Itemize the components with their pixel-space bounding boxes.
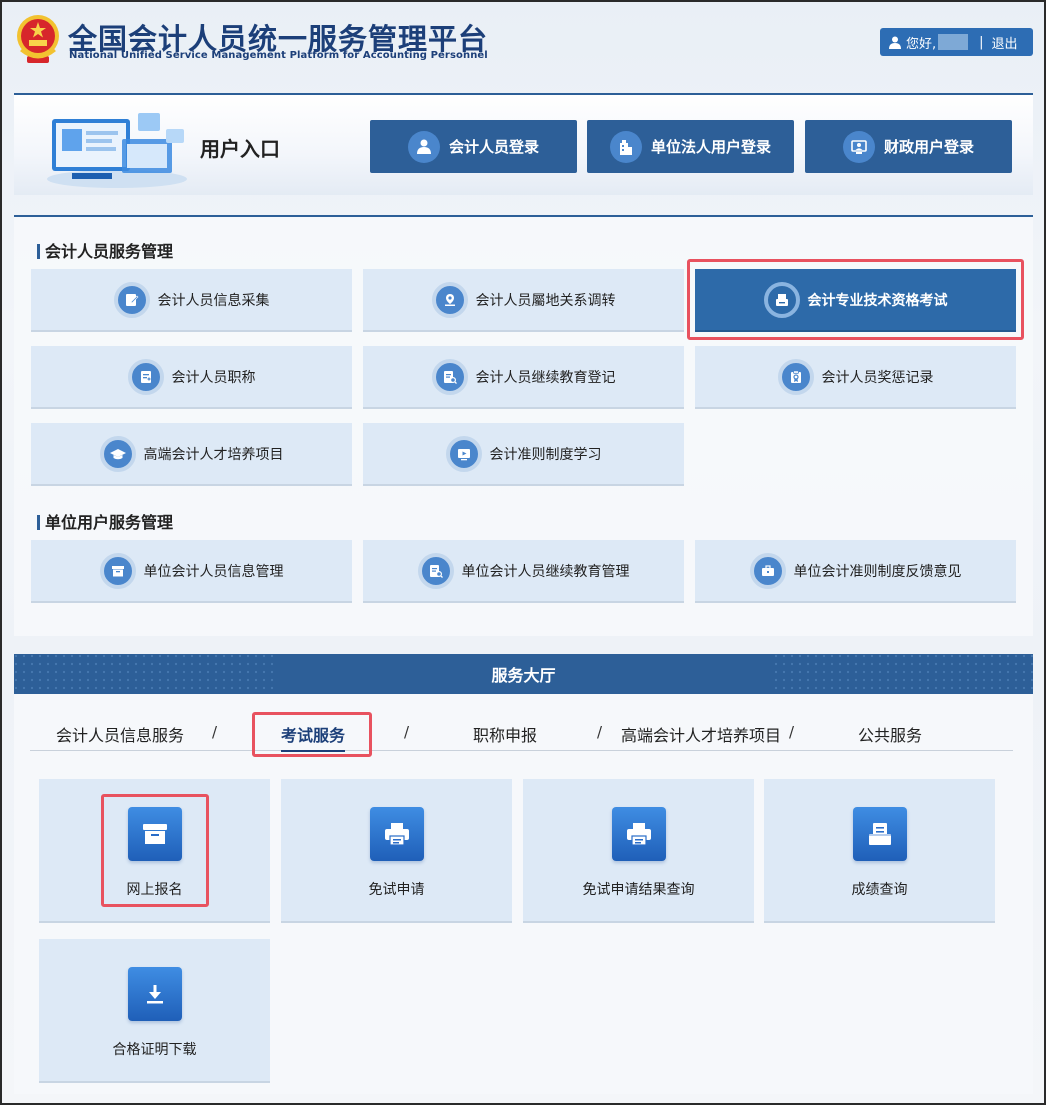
service-card-label: 会计准则制度学习 xyxy=(489,446,602,463)
user-icon xyxy=(407,130,440,163)
service-card-label: 单位会计人员信息管理 xyxy=(143,563,284,580)
user-entry-panel: 用户入口 会计人员登录 单位法人用户登录 财政用户登录 xyxy=(14,93,1033,195)
hall-tabs-divider xyxy=(30,750,1013,751)
tab-public-service[interactable]: 公共服务 xyxy=(858,722,922,746)
tile-score-query[interactable]: 成绩查询 xyxy=(764,779,995,923)
stack-doc-icon xyxy=(852,807,907,861)
tab-separator: / xyxy=(404,723,410,741)
tile-label: 网上报名 xyxy=(126,882,183,898)
tab-high-end-talent[interactable]: 高端会计人才培养项目 xyxy=(621,722,781,746)
play-icon xyxy=(445,435,482,472)
service-card-label: 会计人员职称 xyxy=(171,369,256,386)
tile-label: 合格证明下载 xyxy=(112,1042,197,1058)
service-card-unit-education[interactable]: 单位会计人员继续教育管理 xyxy=(363,540,684,603)
username-redacted xyxy=(938,34,969,50)
service-card-label: 会计人员屬地关系调转 xyxy=(475,292,616,309)
service-card-label: 会计人员信息采集 xyxy=(157,292,270,309)
login-button-label: 会计人员登录 xyxy=(448,138,539,156)
unit-legal-login-button[interactable]: 单位法人用户登录 xyxy=(587,120,794,173)
exam-icon xyxy=(763,281,800,318)
user-info-bar: 您好, | 退出 xyxy=(880,28,1033,56)
tile-label: 免试申请 xyxy=(368,882,425,898)
accountant-login-button[interactable]: 会计人员登录 xyxy=(370,120,577,173)
service-card-rewards-record[interactable]: 会计人员奖惩记录 xyxy=(695,346,1016,409)
service-card-unit-feedback[interactable]: 单位会计准则制度反馈意见 xyxy=(695,540,1016,603)
search-doc-icon xyxy=(431,358,468,395)
accountant-services-heading: 会计人员服务管理 xyxy=(37,238,173,262)
national-emblem-icon xyxy=(17,15,59,63)
tile-label: 免试申请结果查询 xyxy=(582,882,695,898)
login-illustration-icon xyxy=(47,113,187,188)
edit-doc-icon xyxy=(113,281,150,318)
archive-box-icon xyxy=(127,807,182,861)
tab-accountant-info-service[interactable]: 会计人员信息服务 xyxy=(56,722,184,746)
service-hall-header: 服务大厅 xyxy=(14,654,1033,694)
logout-link[interactable]: 退出 xyxy=(992,33,1018,52)
tab-separator: / xyxy=(597,723,603,741)
service-card-label: 会计专业技术资格考试 xyxy=(807,292,948,309)
monitor-user-icon xyxy=(842,130,875,163)
service-hall-title: 服务大厅 xyxy=(491,666,556,685)
service-management-panel: 会计人员服务管理 会计人员信息采集 会计人员屬地关系调转 会计专业技术资格考试 … xyxy=(14,215,1033,636)
service-card-label: 会计人员继续教育登记 xyxy=(475,369,616,386)
service-card-professional-exam[interactable]: 会计专业技术资格考试 xyxy=(695,269,1016,332)
tile-online-registration[interactable]: 网上报名 xyxy=(39,779,270,923)
tile-certificate-download[interactable]: 合格证明下载 xyxy=(39,939,270,1083)
tab-separator: / xyxy=(789,723,795,741)
service-card-info-collection[interactable]: 会计人员信息采集 xyxy=(31,269,352,332)
tab-exam-service[interactable]: 考试服务 xyxy=(281,722,346,752)
service-card-high-end-talent[interactable]: 高端会计人才培养项目 xyxy=(31,423,352,486)
login-button-label: 单位法人用户登录 xyxy=(650,138,771,156)
graduation-cap-icon xyxy=(99,435,136,472)
service-card-standards-study[interactable]: 会计准则制度学习 xyxy=(363,423,684,486)
tile-exemption-application[interactable]: 免试申请 xyxy=(281,779,512,923)
printer-icon xyxy=(611,807,666,861)
location-icon xyxy=(431,281,468,318)
unit-services-heading: 单位用户服务管理 xyxy=(37,509,173,533)
building-icon xyxy=(609,130,642,163)
separator: | xyxy=(979,34,984,50)
search-doc-icon xyxy=(417,552,454,589)
download-icon xyxy=(127,967,182,1021)
tab-separator: / xyxy=(212,723,218,741)
user-icon xyxy=(889,36,901,49)
service-card-label: 单位会计人员继续教育管理 xyxy=(461,563,630,580)
login-button-label: 财政用户登录 xyxy=(883,138,974,156)
briefcase-icon xyxy=(749,552,786,589)
service-card-label: 单位会计准则制度反馈意见 xyxy=(793,563,962,580)
service-card-label: 高端会计人才培养项目 xyxy=(143,446,284,463)
clipboard-icon xyxy=(777,358,814,395)
greeting-text: 您好, xyxy=(906,36,937,52)
tile-exemption-result-query[interactable]: 免试申请结果查询 xyxy=(523,779,754,923)
user-entry-title: 用户入口 xyxy=(200,137,280,161)
service-card-title[interactable]: 会计人员职称 xyxy=(31,346,352,409)
printer-icon xyxy=(369,807,424,861)
platform-title-en: National Unified Service Management Plat… xyxy=(69,50,488,61)
tab-title-application[interactable]: 职称申报 xyxy=(473,722,537,746)
service-card-unit-info[interactable]: 单位会计人员信息管理 xyxy=(31,540,352,603)
tile-label: 成绩查询 xyxy=(851,882,908,898)
finance-user-login-button[interactable]: 财政用户登录 xyxy=(805,120,1012,173)
service-card-territory-transfer[interactable]: 会计人员屬地关系调转 xyxy=(363,269,684,332)
service-card-label: 会计人员奖惩记录 xyxy=(821,369,934,386)
site-header: 全国会计人员统一服务管理平台 National Unified Service … xyxy=(0,0,1046,86)
title-doc-icon xyxy=(127,358,164,395)
archive-icon xyxy=(99,552,136,589)
service-card-continuing-education[interactable]: 会计人员继续教育登记 xyxy=(363,346,684,409)
